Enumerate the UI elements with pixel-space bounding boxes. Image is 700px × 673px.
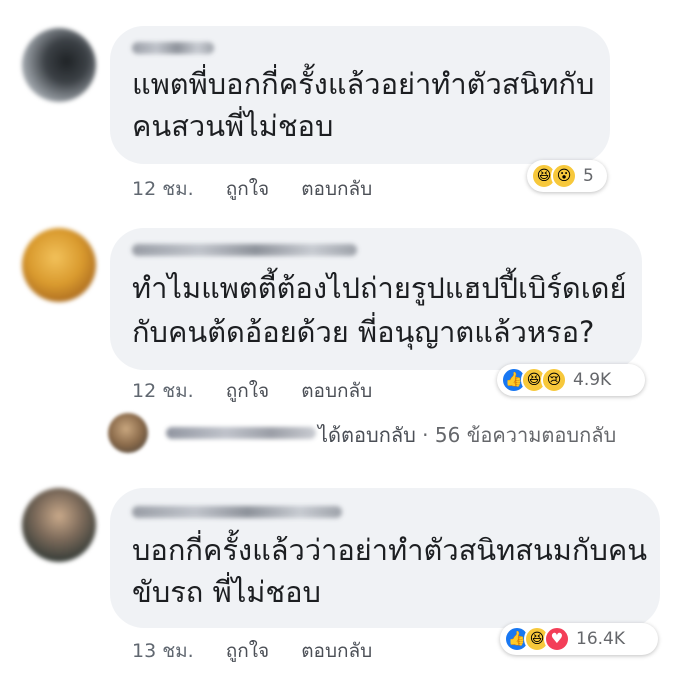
- comment-time[interactable]: 13 ชม.: [132, 640, 194, 662]
- heart-icon: ♥: [544, 626, 570, 652]
- reply-link[interactable]: ตอบกลับ: [301, 178, 372, 200]
- comment-text-line1: บอกกี่ครั้งแล้วว่าอย่าทำตัวสนิทสนมกับคน: [132, 533, 648, 567]
- commenter-name-blurred[interactable]: [132, 506, 342, 518]
- commenter-avatar[interactable]: [22, 228, 96, 302]
- comment-time[interactable]: 12 ชม.: [132, 178, 194, 200]
- reaction-summary[interactable]: 😆 😮 5: [527, 160, 607, 192]
- comment-meta: 12 ชม. ถูกใจ ตอบกลับ: [132, 174, 398, 204]
- replies-summary[interactable]: ได้ตอบกลับ · 56 ข้อความตอบกลับ: [108, 413, 668, 455]
- commenter-avatar[interactable]: [22, 488, 96, 562]
- commenter-name-blurred[interactable]: [132, 244, 357, 256]
- comment-text-line2: ขับรถ พี่ไม่ชอบ: [132, 575, 321, 609]
- reaction-count: 4.9K: [573, 370, 612, 390]
- reaction-count: 5: [583, 166, 594, 186]
- like-link[interactable]: ถูกใจ: [226, 178, 269, 200]
- comment-text-line1: แพตพี่บอกกี่ครั้งแล้วอย่าทำตัวสนิทกับ: [132, 67, 595, 101]
- reply-link[interactable]: ตอบกลับ: [301, 640, 372, 662]
- reply-link[interactable]: ตอบกลับ: [301, 380, 372, 402]
- replied-label: ได้ตอบกลับ: [318, 423, 416, 447]
- surprised-face-icon: 😮: [551, 163, 577, 189]
- comment-meta: 12 ชม. ถูกใจ ตอบกลับ: [132, 376, 398, 406]
- comment-text-line1: ทำไมแพตตี้ต้องไปถ่ายรูปแฮปปี้เบิร์ดเดย์: [132, 271, 627, 305]
- replier-avatar[interactable]: [108, 413, 148, 453]
- like-link[interactable]: ถูกใจ: [226, 640, 269, 662]
- comment-meta: 13 ชม. ถูกใจ ตอบกลับ: [132, 636, 398, 666]
- comment-time[interactable]: 12 ชม.: [132, 380, 194, 402]
- reaction-summary[interactable]: 👍 😆 ♥ 16.4K: [500, 623, 658, 655]
- reply-count: 56 ข้อความตอบกลับ: [434, 423, 617, 447]
- reply-summary-text[interactable]: ได้ตอบกลับ · 56 ข้อความตอบกลับ: [318, 419, 616, 451]
- reaction-summary[interactable]: 👍 😆 😢 4.9K: [497, 364, 645, 396]
- comment-text-line2: คนสวนพี่ไม่ชอบ: [132, 109, 334, 143]
- crying-face-icon: 😢: [541, 367, 567, 393]
- like-link[interactable]: ถูกใจ: [226, 380, 269, 402]
- separator: ·: [422, 423, 429, 447]
- replier-name-blurred[interactable]: [166, 427, 316, 439]
- reaction-count: 16.4K: [576, 629, 625, 649]
- commenter-avatar[interactable]: [22, 28, 96, 102]
- commenter-name-blurred[interactable]: [132, 42, 214, 54]
- comment-text-line2: กับคนต้ดอ้อยด้วย พี่อนุญาตแล้วหรอ?: [132, 315, 595, 349]
